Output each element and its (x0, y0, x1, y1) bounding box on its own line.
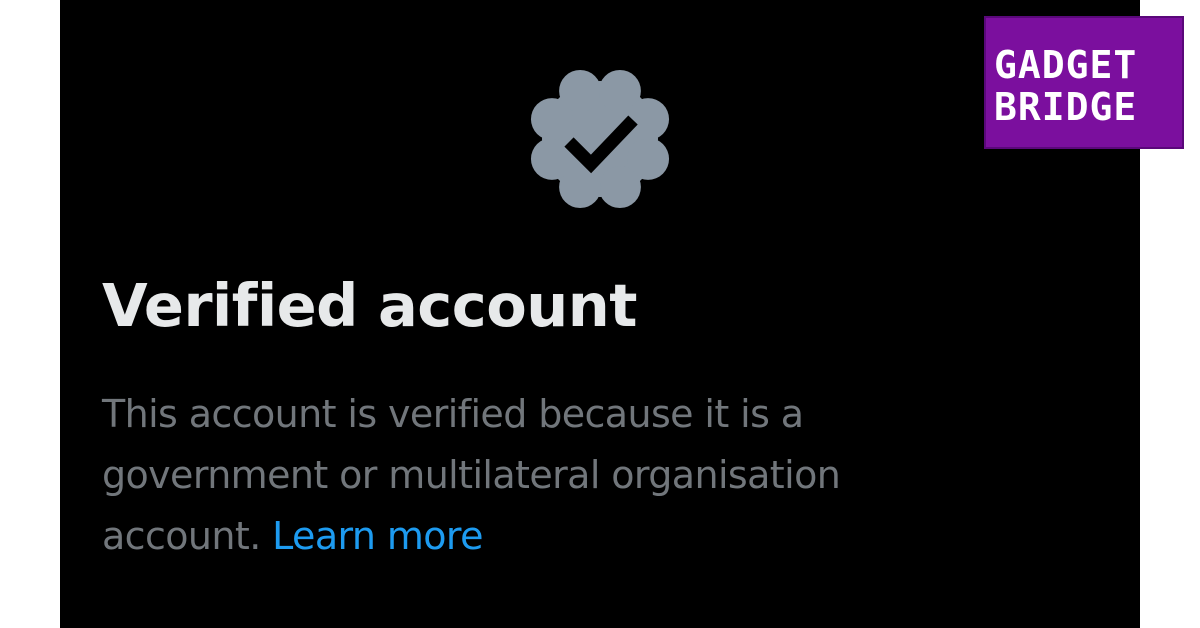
dialog-title: Verified account (102, 271, 637, 340)
description-line-text: account. (102, 514, 261, 558)
gadget-bridge-logo: GADGET BRIDGE (984, 16, 1184, 149)
logo-line-2: BRIDGE (994, 85, 1138, 129)
dialog-description: This account is verified because it is a… (102, 384, 1002, 567)
description-line: government or multilateral organisation (102, 453, 841, 497)
logo-text: GADGET BRIDGE (994, 44, 1137, 128)
description-line: account. Learn more (102, 506, 1002, 567)
screenshot-page: Verified account This account is verifie… (0, 0, 1200, 628)
description-line: This account is verified because it is a (102, 392, 804, 436)
verified-badge-icon (530, 69, 670, 209)
logo-line-1: GADGET (994, 43, 1138, 87)
learn-more-link[interactable]: Learn more (272, 514, 483, 558)
